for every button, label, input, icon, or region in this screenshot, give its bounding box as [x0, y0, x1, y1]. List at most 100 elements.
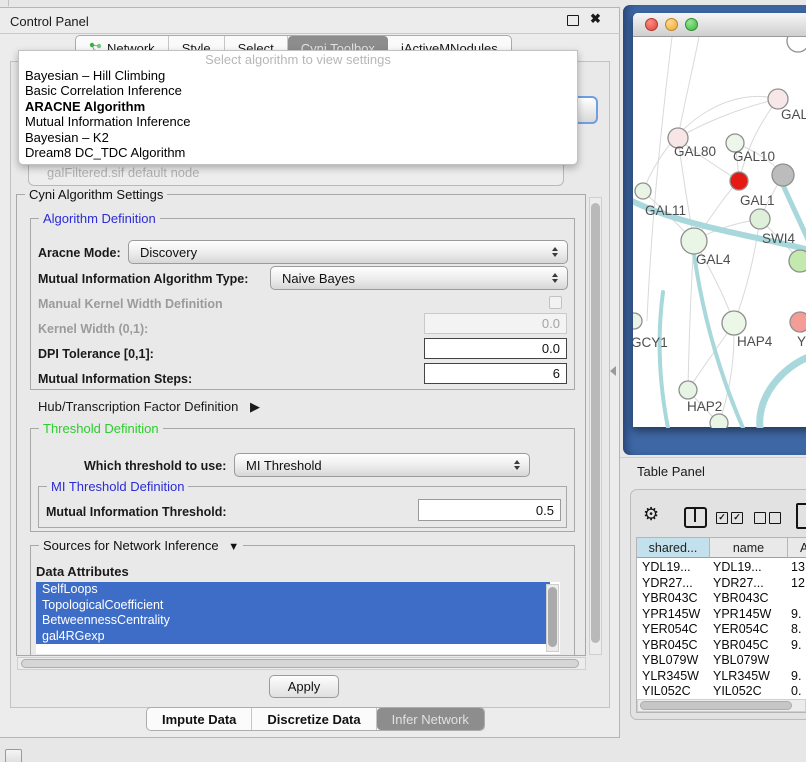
tab-discretize-data[interactable]: Discretize Data — [252, 708, 376, 730]
table-row[interactable]: YER054C YER054C 8. — [637, 622, 806, 638]
node-label: SWI4 — [762, 231, 795, 246]
float-window-icon[interactable] — [567, 15, 579, 26]
column-header-label: name — [733, 541, 764, 555]
gear-icon[interactable]: ⚙ — [643, 504, 659, 525]
algorithm-definition-title: Algorithm Definition — [39, 211, 160, 226]
attribute-item-selected[interactable]: BetweennessCentrality — [36, 613, 550, 629]
cell-shared-name: YBR045C — [637, 638, 710, 654]
settings-vscroll-thumb[interactable] — [591, 203, 600, 643]
aracne-mode-select[interactable]: Discovery — [128, 240, 568, 264]
mi-algorithm-type-value: Naive Bayes — [282, 271, 355, 286]
attributes-vscroll-thumb[interactable] — [548, 587, 557, 647]
cell-value: 0. — [788, 684, 801, 700]
select-all-checkbox-icon[interactable]: ✓ — [716, 512, 728, 524]
mi-steps-label: Mutual Information Steps: — [38, 372, 192, 386]
algorithm-option[interactable]: Mutual Information Inference — [19, 114, 577, 129]
pane-splitter-arrow[interactable] — [610, 366, 616, 376]
cell-shared-name: YPR145W — [637, 607, 710, 623]
network-edges-highlighted — [633, 185, 806, 428]
table-row[interactable]: YBR043C YBR043C — [637, 591, 806, 607]
node-gal1[interactable] — [730, 172, 748, 190]
tab-discretize-data-label: Discretize Data — [267, 712, 360, 727]
table-row[interactable]: YLR345W YLR345W 9. — [637, 669, 806, 685]
tab-impute-data[interactable]: Impute Data — [147, 708, 252, 730]
attribute-item-selected[interactable]: TopologicalCoefficient — [36, 598, 550, 614]
document-icon[interactable] — [796, 503, 806, 529]
settings-hscroll-thumb[interactable] — [21, 659, 579, 668]
attributes-vertical-scrollbar[interactable] — [546, 584, 559, 652]
node-label: HAP2 — [687, 399, 722, 414]
mi-threshold-label: Mutual Information Threshold: — [46, 505, 227, 519]
table-row[interactable]: YBL079W YBL079W — [637, 653, 806, 669]
tab-impute-data-label: Impute Data — [162, 712, 236, 727]
node-gray[interactable] — [772, 164, 794, 186]
apply-button[interactable]: Apply — [269, 675, 339, 698]
table-panel-title: Table Panel — [637, 464, 705, 479]
node-gal[interactable] — [768, 89, 788, 109]
attribute-item-selected[interactable]: SelfLoops — [36, 582, 550, 598]
mi-algorithm-type-select[interactable]: Naive Bayes — [270, 266, 568, 290]
column-layout-icon[interactable] — [684, 507, 707, 528]
table-row[interactable]: YDL19... YDL19... 13 — [637, 560, 806, 576]
tab-infer-network[interactable]: Infer Network — [377, 708, 484, 730]
node-unnamed-bottom[interactable] — [710, 414, 728, 428]
panel-corner-button[interactable] — [5, 749, 22, 762]
close-traffic-light-icon[interactable] — [645, 18, 658, 31]
attribute-item-selected[interactable]: gal4RGexp — [36, 629, 550, 645]
algorithm-option[interactable]: Dream8 DC_TDC Algorithm — [19, 145, 577, 160]
kernel-width-input[interactable]: 0.0 — [424, 313, 567, 334]
network-canvas[interactable]: GAL GAL80 GAL10 GAL1 GAL11 SWI4 GAL4 GCY… — [633, 37, 806, 428]
data-attributes-label: Data Attributes — [36, 564, 129, 579]
deselect-all-checkbox-icon[interactable] — [754, 512, 766, 524]
table-hscroll-thumb[interactable] — [640, 701, 792, 710]
algorithm-option-selected[interactable]: ARACNE Algorithm — [19, 99, 577, 114]
table-row[interactable]: YPR145W YPR145W 9. — [637, 607, 806, 623]
table-row[interactable]: YBR045C YBR045C 9. — [637, 638, 806, 654]
node-gal4[interactable] — [681, 228, 707, 254]
which-threshold-label: Which threshold to use: — [84, 459, 226, 473]
mi-steps-input[interactable]: 6 — [424, 363, 567, 384]
select-all-checkbox-icon[interactable]: ✓ — [731, 512, 743, 524]
deselect-all-checkbox-icon[interactable] — [769, 512, 781, 524]
mi-threshold-input[interactable]: 0.5 — [418, 499, 561, 521]
table-row[interactable]: YIL052C YIL052C 0. — [637, 684, 806, 700]
which-threshold-value: MI Threshold — [246, 458, 322, 473]
cell-name: YLR345W — [710, 669, 788, 685]
cell-name: YBL079W — [710, 653, 788, 669]
settings-horizontal-scrollbar[interactable] — [17, 657, 586, 670]
stepper-arrows-icon — [552, 247, 558, 257]
column-header-partial[interactable]: A — [788, 538, 806, 558]
node-bright-green[interactable] — [789, 250, 806, 272]
node-unnamed-top[interactable] — [787, 37, 806, 52]
node-gal11[interactable] — [635, 183, 651, 199]
algorithm-dropdown-popup: Select algorithm to view settings Bayesi… — [18, 50, 578, 165]
kernel-width-value: 0.0 — [542, 316, 560, 331]
dpi-tolerance-input[interactable]: 0.0 — [424, 338, 567, 359]
minimize-traffic-light-icon[interactable] — [665, 18, 678, 31]
node-swi4[interactable] — [750, 209, 770, 229]
node-hap2[interactable] — [679, 381, 697, 399]
column-header-name[interactable]: name — [710, 538, 788, 558]
algorithm-option[interactable]: Basic Correlation Inference — [19, 83, 577, 98]
close-icon[interactable]: ✖ — [590, 11, 601, 27]
hub-definition-toggle[interactable]: Hub/Transcription Factor Definition ▶ — [38, 399, 260, 415]
node-hap4[interactable] — [722, 311, 746, 335]
cell-name: YDR27... — [710, 576, 788, 592]
algorithm-option[interactable]: Bayesian – Hill Climbing — [19, 68, 577, 83]
cell-value: 13 — [788, 560, 805, 576]
column-header-shared-name[interactable]: shared... — [637, 538, 710, 558]
which-threshold-select[interactable]: MI Threshold — [234, 453, 530, 477]
node-y-salmon[interactable] — [790, 312, 806, 332]
node-gcy1[interactable] — [633, 313, 642, 329]
table-row[interactable]: YDR27... YDR27... 12 — [637, 576, 806, 592]
settings-vertical-scrollbar[interactable] — [589, 197, 602, 655]
network-window-titlebar[interactable] — [633, 13, 806, 37]
manual-kernel-width-checkbox[interactable] — [549, 296, 562, 309]
aracne-mode-value: Discovery — [140, 245, 197, 260]
zoom-traffic-light-icon[interactable] — [685, 18, 698, 31]
sources-toggle[interactable]: Sources for Network Inference ▼ — [39, 538, 243, 553]
algorithm-option[interactable]: Bayesian – K2 — [19, 130, 577, 145]
node-label: GAL80 — [674, 144, 716, 159]
tab-infer-network-label: Infer Network — [392, 712, 469, 727]
table-horizontal-scrollbar[interactable] — [637, 699, 806, 712]
